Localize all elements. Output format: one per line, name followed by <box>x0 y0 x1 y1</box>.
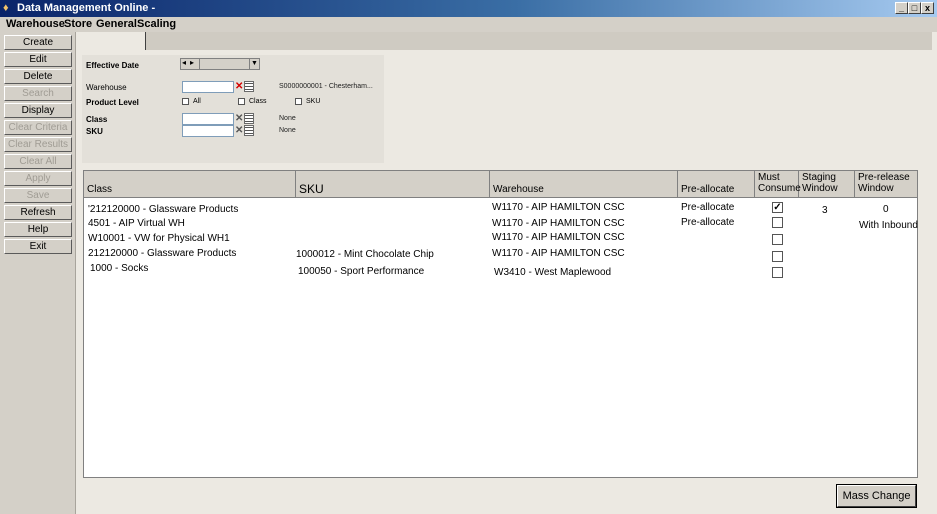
all-option-label: All <box>193 98 201 105</box>
cell-class: 4501 - AIP Virtual WH <box>88 218 185 229</box>
grid-header: Class SKU Warehouse Pre-allocate Must Co… <box>84 171 917 198</box>
sku-option-label: SKU <box>306 98 321 105</box>
tab-main[interactable] <box>76 32 146 50</box>
window-title: Data Management Online - <box>17 2 156 14</box>
cell-prerelease-window: With Inbound <box>859 220 918 231</box>
cell-staging-window: 3 <box>822 205 828 216</box>
edit-button[interactable]: Edit <box>4 52 72 67</box>
search-button[interactable]: Search <box>4 86 72 101</box>
cell-sku: 1000012 - Mint Chocolate Chip <box>296 249 434 260</box>
cell-warehouse: W1170 - AIP HAMILTON CSC <box>492 248 625 259</box>
maximize-button[interactable]: □ <box>908 2 921 14</box>
class-input[interactable] <box>182 113 234 125</box>
cell-class: '212120000 - Glassware Products <box>88 204 239 215</box>
cell-warehouse: W1170 - AIP HAMILTON CSC <box>492 218 625 229</box>
refresh-button[interactable]: Refresh <box>4 205 72 220</box>
filter-panel: Effective Date ◂ ▸ ▼ Warehouse ✕ S000000… <box>82 55 384 163</box>
results-grid: Class SKU Warehouse Pre-allocate Must Co… <box>83 170 918 478</box>
list-lookup-icon[interactable] <box>244 125 254 136</box>
display-button[interactable]: Display <box>4 103 72 118</box>
class-option-label: Class <box>249 98 267 105</box>
column-header-staging-window[interactable]: Staging Window <box>799 171 855 197</box>
cell-preallocate: Pre-allocate <box>681 217 735 228</box>
product-level-label: Product Level <box>86 98 139 107</box>
cell-class: 1000 - Socks <box>90 263 149 274</box>
column-header-preallocate[interactable]: Pre-allocate <box>678 171 755 197</box>
mass-change-button[interactable]: Mass Change <box>836 484 917 508</box>
app-icon: ♦ <box>3 2 9 14</box>
chevron-down-icon[interactable]: ▼ <box>249 59 259 69</box>
create-button[interactable]: Create <box>4 35 72 50</box>
effective-date-slider[interactable]: ◂ ▸ ▼ <box>180 58 260 70</box>
class-description: None <box>279 115 296 122</box>
class-label: Class <box>86 115 108 124</box>
clear-x-icon[interactable]: ✕ <box>235 126 243 136</box>
menu-store[interactable]: Store <box>64 18 92 30</box>
action-sidebar: Create Edit Delete Search Display Clear … <box>0 32 76 514</box>
column-header-class[interactable]: Class <box>84 171 296 197</box>
warehouse-input[interactable] <box>182 81 234 93</box>
column-header-sku[interactable]: SKU <box>296 171 490 197</box>
cell-sku: 100050 - Sport Performance <box>298 266 425 277</box>
clear-criteria-button[interactable]: Clear Criteria <box>4 120 72 135</box>
minimize-button[interactable]: _ <box>895 2 908 14</box>
cell-warehouse: W1170 - AIP HAMILTON CSC <box>492 202 625 213</box>
sku-label: SKU <box>86 127 103 136</box>
class-checkbox[interactable] <box>238 98 245 105</box>
must-consume-checkbox[interactable] <box>772 217 783 228</box>
cell-preallocate: Pre-allocate <box>681 202 735 213</box>
title-bar: ♦ Data Management Online - _ □ x <box>0 0 937 17</box>
warehouse-description: S0000000001 - Chesterham... <box>279 83 373 90</box>
apply-button[interactable]: Apply <box>4 171 72 186</box>
sku-checkbox[interactable] <box>295 98 302 105</box>
tab-strip <box>76 32 932 50</box>
effective-date-label: Effective Date <box>86 61 139 70</box>
cell-class: W10001 - VW for Physical WH1 <box>88 233 230 244</box>
menu-warehouse[interactable]: Warehouse <box>6 18 65 30</box>
column-header-warehouse[interactable]: Warehouse <box>490 171 678 197</box>
menu-scaling[interactable]: Scaling <box>137 18 176 30</box>
clear-x-icon[interactable]: ✕ <box>235 82 243 92</box>
menu-general[interactable]: General <box>96 18 137 30</box>
clear-all-button[interactable]: Clear All <box>4 154 72 169</box>
must-consume-checkbox[interactable] <box>772 251 783 262</box>
warehouse-label: Warehouse <box>86 83 127 92</box>
must-consume-checkbox[interactable] <box>772 267 783 278</box>
list-lookup-icon[interactable] <box>244 113 254 124</box>
menu-bar: Warehouse Store General Scaling <box>0 17 937 32</box>
list-lookup-icon[interactable] <box>244 81 254 92</box>
cell-warehouse: W1170 - AIP HAMILTON CSC <box>492 232 625 243</box>
column-header-must-consume[interactable]: Must Consume <box>755 171 801 197</box>
save-button[interactable]: Save <box>4 188 72 203</box>
cell-warehouse: W3410 - West Maplewood <box>494 267 612 278</box>
close-button[interactable]: x <box>921 2 934 14</box>
must-consume-checkbox[interactable] <box>772 234 783 245</box>
next-arrow-icon[interactable]: ▸ <box>190 58 194 67</box>
all-checkbox[interactable] <box>182 98 189 105</box>
slider-thumb[interactable] <box>199 59 200 69</box>
sku-description: None <box>279 127 296 134</box>
sku-input[interactable] <box>182 125 234 137</box>
clear-x-icon[interactable]: ✕ <box>235 114 243 124</box>
cell-prerelease-window: 0 <box>883 204 889 215</box>
clear-results-button[interactable]: Clear Results <box>4 137 72 152</box>
cell-class: 212120000 - Glassware Products <box>88 248 237 259</box>
prev-arrow-icon[interactable]: ◂ <box>182 58 186 67</box>
must-consume-checkbox-checked[interactable]: ✓ <box>772 202 783 213</box>
exit-button[interactable]: Exit <box>4 239 72 254</box>
help-button[interactable]: Help <box>4 222 72 237</box>
delete-button[interactable]: Delete <box>4 69 72 84</box>
column-header-prerelease-window[interactable]: Pre-release Window <box>855 171 917 197</box>
